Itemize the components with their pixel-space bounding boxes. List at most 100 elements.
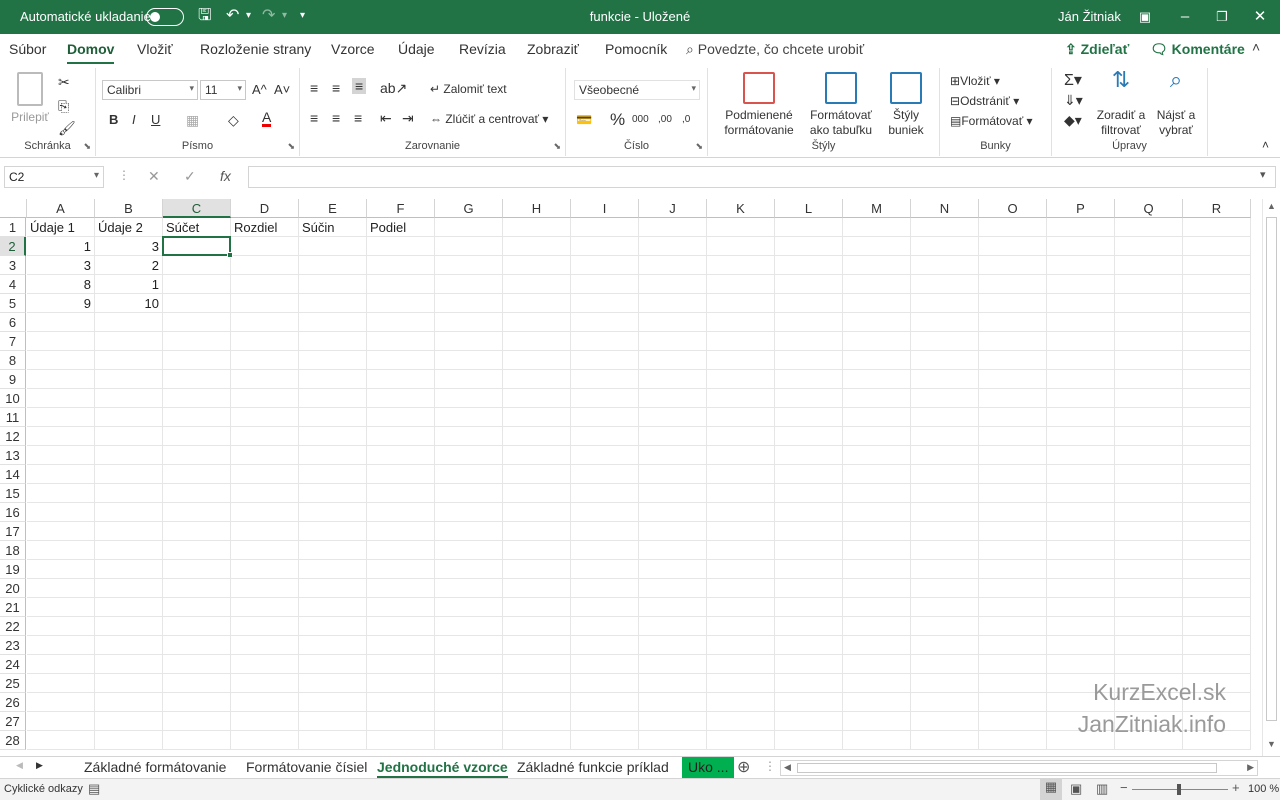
cell-e13[interactable] xyxy=(299,446,367,465)
cell-n21[interactable] xyxy=(911,598,979,617)
cell-g11[interactable] xyxy=(435,408,503,427)
cell-p21[interactable] xyxy=(1047,598,1115,617)
fill-color-icon[interactable]: ◇ xyxy=(228,112,239,129)
cell-c13[interactable] xyxy=(163,446,231,465)
cell-j24[interactable] xyxy=(639,655,707,674)
cell-f25[interactable] xyxy=(367,674,435,693)
cell-m6[interactable] xyxy=(843,313,911,332)
cell-i16[interactable] xyxy=(571,503,639,522)
cell-o12[interactable] xyxy=(979,427,1047,446)
column-header[interactable]: E xyxy=(299,199,367,218)
cell-b11[interactable] xyxy=(95,408,163,427)
cell-p14[interactable] xyxy=(1047,465,1115,484)
cell-d21[interactable] xyxy=(231,598,299,617)
cell-i28[interactable] xyxy=(571,731,639,750)
cell-h3[interactable] xyxy=(503,256,571,275)
cell-m18[interactable] xyxy=(843,541,911,560)
cell-i3[interactable] xyxy=(571,256,639,275)
cell-q22[interactable] xyxy=(1115,617,1183,636)
row-header[interactable]: 7 xyxy=(0,332,26,351)
cell-q7[interactable] xyxy=(1115,332,1183,351)
cell-e3[interactable] xyxy=(299,256,367,275)
cell-m16[interactable] xyxy=(843,503,911,522)
cell-n26[interactable] xyxy=(911,693,979,712)
cell-d3[interactable] xyxy=(231,256,299,275)
paste-button[interactable]: Prilepiť xyxy=(8,72,52,125)
cell-g22[interactable] xyxy=(435,617,503,636)
row-header[interactable]: 6 xyxy=(0,313,26,332)
cell-i27[interactable] xyxy=(571,712,639,731)
cell-o21[interactable] xyxy=(979,598,1047,617)
cell-n7[interactable] xyxy=(911,332,979,351)
cell-e23[interactable] xyxy=(299,636,367,655)
cell-i26[interactable] xyxy=(571,693,639,712)
cell-e19[interactable] xyxy=(299,560,367,579)
cell-h18[interactable] xyxy=(503,541,571,560)
cell-c6[interactable] xyxy=(163,313,231,332)
cell-a19[interactable] xyxy=(27,560,95,579)
cell-g18[interactable] xyxy=(435,541,503,560)
cell-r1[interactable] xyxy=(1183,218,1251,237)
cell-m21[interactable] xyxy=(843,598,911,617)
cell-l17[interactable] xyxy=(775,522,843,541)
cell-o2[interactable] xyxy=(979,237,1047,256)
cell-m23[interactable] xyxy=(843,636,911,655)
cell-h2[interactable] xyxy=(503,237,571,256)
italic-button[interactable]: I xyxy=(132,112,136,127)
cell-b18[interactable] xyxy=(95,541,163,560)
cell-f2[interactable] xyxy=(367,237,435,256)
cell-n24[interactable] xyxy=(911,655,979,674)
row-header[interactable]: 24 xyxy=(0,655,26,674)
cell-styles-button[interactable]: Štýly buniek xyxy=(880,72,932,138)
row-header[interactable]: 2 xyxy=(0,237,26,256)
row-header[interactable]: 28 xyxy=(0,731,26,750)
cell-c24[interactable] xyxy=(163,655,231,674)
zoom-out-icon[interactable]: − xyxy=(1120,780,1128,795)
cell-q19[interactable] xyxy=(1115,560,1183,579)
cell-i17[interactable] xyxy=(571,522,639,541)
redo-dropdown-icon[interactable]: ▾ xyxy=(282,6,287,26)
cell-h9[interactable] xyxy=(503,370,571,389)
cell-r9[interactable] xyxy=(1183,370,1251,389)
cell-p7[interactable] xyxy=(1047,332,1115,351)
cell-b27[interactable] xyxy=(95,712,163,731)
find-select-button[interactable]: ⌕ Nájsť a vybrať xyxy=(1152,69,1200,138)
cell-m27[interactable] xyxy=(843,712,911,731)
cell-k7[interactable] xyxy=(707,332,775,351)
cell-m22[interactable] xyxy=(843,617,911,636)
cell-d6[interactable] xyxy=(231,313,299,332)
cell-i4[interactable] xyxy=(571,275,639,294)
cell-a26[interactable] xyxy=(27,693,95,712)
cell-d26[interactable] xyxy=(231,693,299,712)
cell-o16[interactable] xyxy=(979,503,1047,522)
cell-g2[interactable] xyxy=(435,237,503,256)
cell-q6[interactable] xyxy=(1115,313,1183,332)
undo-icon[interactable]: ↶ xyxy=(226,6,239,26)
cell-i5[interactable] xyxy=(571,294,639,313)
cell-b3[interactable]: 2 xyxy=(95,256,163,275)
row-header[interactable]: 8 xyxy=(0,351,26,370)
cell-p4[interactable] xyxy=(1047,275,1115,294)
cell-i13[interactable] xyxy=(571,446,639,465)
cell-r6[interactable] xyxy=(1183,313,1251,332)
cell-r5[interactable] xyxy=(1183,294,1251,313)
row-header[interactable]: 27 xyxy=(0,712,26,731)
cell-b20[interactable] xyxy=(95,579,163,598)
cell-b25[interactable] xyxy=(95,674,163,693)
cell-n22[interactable] xyxy=(911,617,979,636)
cell-g10[interactable] xyxy=(435,389,503,408)
row-header[interactable]: 1 xyxy=(0,218,26,237)
cell-d10[interactable] xyxy=(231,389,299,408)
column-header[interactable]: J xyxy=(639,199,707,218)
cell-j28[interactable] xyxy=(639,731,707,750)
cell-p22[interactable] xyxy=(1047,617,1115,636)
cell-c22[interactable] xyxy=(163,617,231,636)
cell-m20[interactable] xyxy=(843,579,911,598)
cell-q20[interactable] xyxy=(1115,579,1183,598)
cell-j4[interactable] xyxy=(639,275,707,294)
cell-h8[interactable] xyxy=(503,351,571,370)
cell-n8[interactable] xyxy=(911,351,979,370)
column-header[interactable]: G xyxy=(435,199,503,218)
cell-q12[interactable] xyxy=(1115,427,1183,446)
row-header[interactable]: 25 xyxy=(0,674,26,693)
